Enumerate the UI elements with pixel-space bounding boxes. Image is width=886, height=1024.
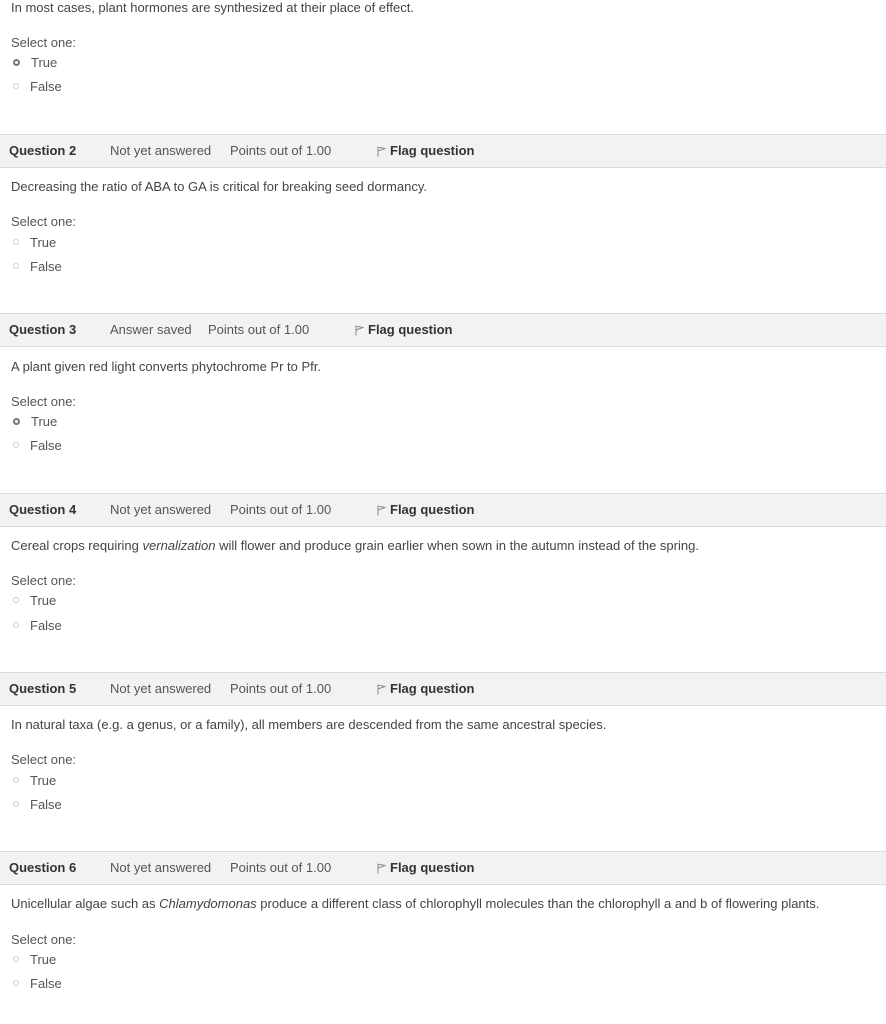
flag-icon bbox=[377, 505, 386, 516]
question-1-option-true[interactable]: True bbox=[13, 53, 57, 71]
question-number: Question 2 bbox=[9, 143, 77, 158]
radio-unchecked-icon[interactable] bbox=[13, 597, 19, 603]
radio-unchecked-icon[interactable] bbox=[13, 442, 19, 448]
radio-unchecked-icon[interactable] bbox=[13, 801, 19, 807]
option-label: False bbox=[30, 617, 62, 633]
question-points: Points out of 1.00 bbox=[230, 860, 332, 875]
question-text-emphasis: vernalization bbox=[142, 538, 216, 553]
question-1-option-false[interactable]: False bbox=[13, 77, 62, 95]
question-text: In natural taxa (e.g. a genus, or a fami… bbox=[11, 717, 607, 732]
radio-checked-icon[interactable] bbox=[13, 58, 20, 66]
question-text-part: Unicellular algae such as bbox=[11, 896, 160, 911]
option-false[interactable]: False bbox=[13, 616, 62, 634]
question-number: Question 5 bbox=[9, 681, 77, 696]
question-header: Question 2 Not yet answered Points out o… bbox=[0, 134, 886, 168]
question-state: Answer saved bbox=[110, 322, 192, 337]
select-one-label: Select one: bbox=[11, 573, 77, 588]
radio-unchecked-icon[interactable] bbox=[13, 239, 19, 245]
option-false[interactable]: False bbox=[13, 795, 62, 813]
question-1-select-label: Select one: bbox=[11, 35, 77, 50]
flag-question-label: Flag question bbox=[368, 322, 453, 337]
flag-question-button[interactable]: Flag question bbox=[377, 135, 475, 167]
question-points: Points out of 1.00 bbox=[230, 143, 332, 158]
option-label: False bbox=[30, 796, 62, 812]
flag-question-button[interactable]: Flag question bbox=[377, 494, 475, 526]
option-label: False bbox=[30, 78, 62, 94]
flag-icon bbox=[377, 684, 386, 695]
flag-question-button[interactable]: Flag question bbox=[377, 673, 475, 705]
flag-question-label: Flag question bbox=[390, 860, 475, 875]
question-points: Points out of 1.00 bbox=[230, 681, 332, 696]
radio-checked-icon[interactable] bbox=[13, 417, 20, 425]
option-label: False bbox=[30, 975, 62, 991]
radio-unchecked-icon[interactable] bbox=[13, 980, 19, 986]
option-false[interactable]: False bbox=[13, 436, 62, 454]
flag-question-label: Flag question bbox=[390, 681, 475, 696]
select-one-label: Select one: bbox=[11, 214, 77, 229]
question-state: Not yet answered bbox=[110, 502, 212, 517]
radio-unchecked-icon[interactable] bbox=[13, 777, 19, 783]
question-text-part: produce a different class of chlorophyll… bbox=[256, 896, 820, 911]
select-one-label: Select one: bbox=[11, 752, 77, 767]
option-label: True bbox=[30, 772, 57, 788]
question-text-emphasis: Chlamydomonas bbox=[159, 896, 257, 911]
option-label: True bbox=[30, 234, 57, 250]
option-label: False bbox=[30, 258, 62, 274]
question-text-part: Cereal crops requiring bbox=[11, 538, 143, 553]
question-state: Not yet answered bbox=[110, 860, 212, 875]
option-label: False bbox=[30, 437, 62, 453]
flag-question-button[interactable]: Flag question bbox=[355, 314, 453, 346]
option-true[interactable]: True bbox=[13, 950, 56, 968]
option-false[interactable]: False bbox=[13, 257, 62, 275]
question-points: Points out of 1.00 bbox=[208, 322, 310, 337]
flag-question-button[interactable]: Flag question bbox=[377, 852, 475, 884]
option-true[interactable]: True bbox=[13, 591, 56, 609]
option-label: True bbox=[30, 951, 57, 967]
option-label: True bbox=[30, 592, 57, 608]
radio-unchecked-icon[interactable] bbox=[13, 622, 19, 628]
question-number: Question 6 bbox=[9, 860, 77, 875]
flag-icon bbox=[355, 325, 364, 336]
flag-question-label: Flag question bbox=[390, 502, 475, 517]
question-text: Decreasing the ratio of ABA to GA is cri… bbox=[11, 179, 427, 194]
option-true[interactable]: True bbox=[13, 412, 57, 430]
flag-icon bbox=[377, 863, 386, 874]
option-true[interactable]: True bbox=[13, 771, 56, 789]
radio-unchecked-icon[interactable] bbox=[13, 83, 19, 89]
question-number: Question 3 bbox=[9, 322, 77, 337]
question-text: Unicellular algae such as Chlamydomonas … bbox=[11, 896, 819, 911]
question-text-part: will flower and produce grain earlier wh… bbox=[215, 538, 699, 553]
question-header: Question 6 Not yet answered Points out o… bbox=[0, 851, 886, 885]
question-header: Question 3 Answer saved Points out of 1.… bbox=[0, 313, 886, 347]
question-header: Question 5 Not yet answered Points out o… bbox=[0, 672, 886, 706]
question-text: A plant given red light converts phytoch… bbox=[11, 359, 321, 374]
select-one-label: Select one: bbox=[11, 394, 77, 409]
option-false[interactable]: False bbox=[13, 974, 62, 992]
question-text: Cereal crops requiring vernalization wil… bbox=[11, 538, 699, 553]
question-header: Question 4 Not yet answered Points out o… bbox=[0, 493, 886, 527]
option-label: True bbox=[31, 54, 58, 70]
radio-unchecked-icon[interactable] bbox=[13, 263, 19, 269]
option-label: True bbox=[31, 413, 58, 429]
question-state: Not yet answered bbox=[110, 681, 212, 696]
question-number: Question 4 bbox=[9, 502, 77, 517]
option-true[interactable]: True bbox=[13, 233, 56, 251]
flag-icon bbox=[377, 146, 386, 157]
flag-question-label: Flag question bbox=[390, 143, 475, 158]
select-one-label: Select one: bbox=[11, 932, 77, 947]
question-1-text: In most cases, plant hormones are synthe… bbox=[11, 0, 414, 15]
question-state: Not yet answered bbox=[110, 143, 212, 158]
radio-unchecked-icon[interactable] bbox=[13, 956, 19, 962]
question-points: Points out of 1.00 bbox=[230, 502, 332, 517]
